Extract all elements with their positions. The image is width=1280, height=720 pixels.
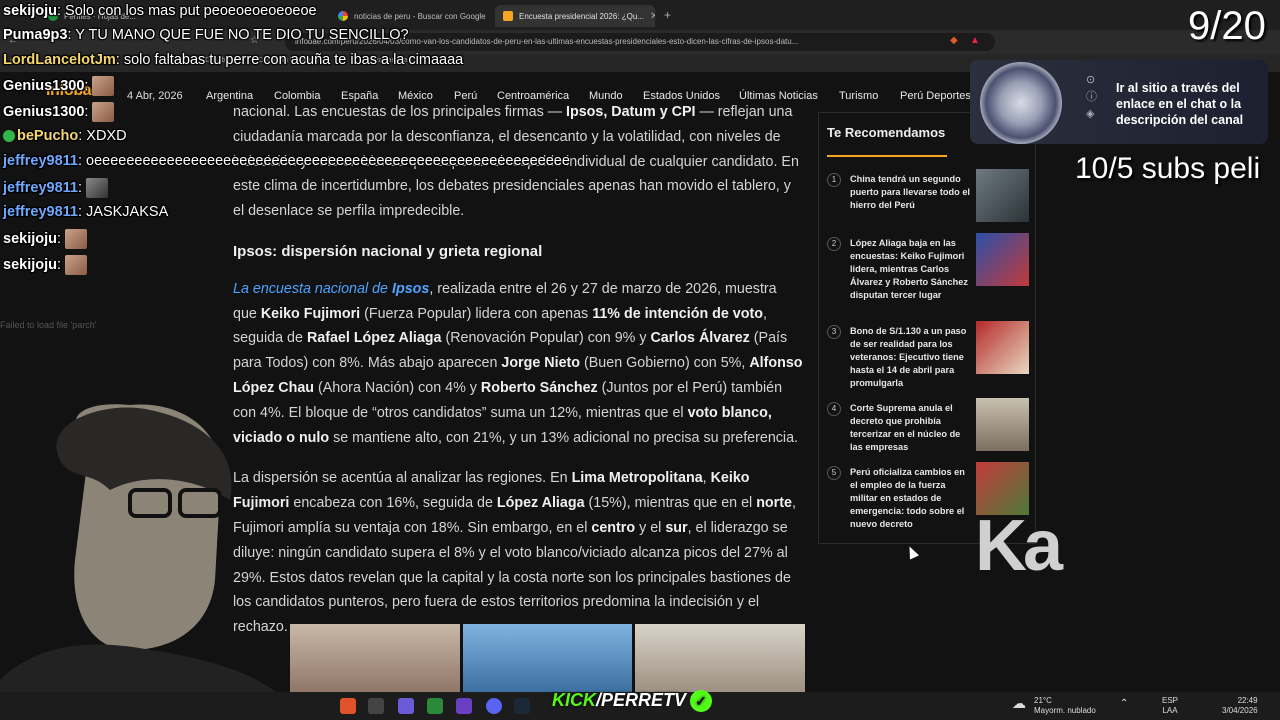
verified-check-icon: ✓	[690, 690, 713, 713]
chat-message: sekijoju:	[3, 229, 88, 249]
item-number: 3	[827, 325, 841, 339]
webcam-feed	[0, 400, 300, 720]
roulette-wheel-icon	[980, 62, 1062, 144]
emote-icon	[65, 229, 88, 249]
sponsor-text: Ir al sitio a través del enlace en el ch…	[1116, 81, 1244, 127]
sidebar-title-underline	[827, 155, 947, 157]
nav-link[interactable]: Perú Deportes	[900, 90, 971, 102]
recommended-item[interactable]: 3 Bono de S/1.130 a un paso de ser reali…	[827, 321, 1032, 395]
candidate-photo	[462, 624, 633, 694]
chat-error-text: Failed to load file 'parch'	[0, 320, 97, 330]
item-headline[interactable]: Perú oficializa cambios en el empleo de …	[850, 466, 970, 531]
article-body: nacional. Las encuestas de los principal…	[233, 100, 803, 656]
google-icon	[338, 11, 348, 21]
emote-icon	[92, 102, 115, 122]
chat-message: LordLancelotJm: solo faltabas tu perre c…	[3, 52, 464, 68]
item-headline[interactable]: Corte Suprema anula el decreto que prohi…	[850, 402, 970, 454]
chat-message: bePucho: XDXD	[3, 128, 127, 144]
sponsor-banner: ⊙ ⓘ ◈ Ir al sitio a través del enlace en…	[970, 60, 1268, 144]
sub-goal-counter: 9/20	[1188, 4, 1266, 48]
chat-message: sekijoju:	[3, 255, 88, 275]
item-thumbnail[interactable]	[976, 398, 1029, 451]
item-number: 4	[827, 402, 841, 416]
recommended-item[interactable]: 2 López Aliaga baja en las encuestas: Ke…	[827, 233, 1032, 307]
item-headline[interactable]: China tendrá un segundo puerto para llev…	[850, 173, 970, 212]
kick-channel-logo: KICK/PERRETV ✓	[552, 690, 713, 713]
verified-badge-icon	[3, 130, 15, 143]
tag-icon: ◈	[1086, 108, 1095, 120]
recommended-sidebar: Te Recomendamos 1 China tendrá un segund…	[818, 112, 1036, 544]
chevron-up-icon[interactable]: ⌃	[1120, 699, 1128, 709]
weather-widget[interactable]: 21°C Mayorm. nublado	[1034, 696, 1096, 716]
item-headline[interactable]: López Aliaga baja en las encuestas: Keik…	[850, 237, 970, 302]
new-tab-icon[interactable]: +	[664, 8, 671, 22]
item-number: 5	[827, 466, 841, 480]
ipsos-survey-link[interactable]: La encuesta nacional de Ipsos	[233, 281, 429, 297]
article-subheading: Ipsos: dispersión nacional y grieta regi…	[233, 242, 543, 260]
article-paragraph: La dispersión se acentúa al analizar las…	[233, 470, 796, 636]
item-thumbnail[interactable]	[976, 233, 1029, 286]
tab-label: Encuesta presidencial 2026: ¿Qu...	[519, 11, 644, 21]
chat-message: Genius1300:	[3, 102, 115, 122]
subs-goal-text: 10/5 subs peli	[1075, 152, 1261, 185]
clock[interactable]: 22:49 3/04/2026	[1222, 696, 1258, 716]
emote-icon	[65, 255, 88, 275]
candidate-photo	[635, 624, 806, 694]
info-icon: ⓘ	[1086, 91, 1097, 103]
search-icon: ⊙	[1086, 74, 1096, 86]
chat-message: Genius1300:	[3, 76, 115, 96]
item-thumbnail[interactable]	[976, 321, 1029, 374]
item-number: 1	[827, 173, 841, 187]
chat-message: sekijoju: Solo con los mas put peoeoeoeo…	[3, 3, 317, 19]
language-indicator[interactable]: ESP LAA	[1162, 696, 1178, 716]
emote-icon	[92, 76, 115, 96]
item-headline[interactable]: Bono de S/1.130 a un paso de ser realida…	[850, 325, 970, 390]
tab-infobae[interactable]: Encuesta presidencial 2026: ¿Qu... ✕	[495, 5, 655, 27]
app-icon[interactable]	[427, 698, 443, 714]
tab-google-search[interactable]: noticias de peru - Buscar con Google	[330, 5, 490, 27]
brave-rewards-icon[interactable]: ▲	[970, 35, 980, 46]
article-paragraph: La encuesta nacional de Ipsos, realizada…	[233, 280, 803, 446]
chat-message: Puma9p3: Y TU MANO QUE FUE NO TE DIO TU …	[3, 27, 409, 43]
steam-icon[interactable]	[514, 698, 530, 714]
infobae-icon	[503, 11, 513, 21]
candidate-photos	[290, 624, 806, 694]
app-icon[interactable]	[456, 698, 472, 714]
tab-label: noticias de peru - Buscar con Google	[354, 11, 486, 21]
close-tab-icon[interactable]: ✕	[650, 11, 655, 22]
weather-icon[interactable]: ☁	[1012, 696, 1026, 710]
sidebar-title: Te Recomendamos	[827, 125, 946, 140]
discord-icon[interactable]	[486, 698, 502, 714]
site-date: 4 Abr, 2026	[127, 90, 183, 102]
promo-icons: ⊙ ⓘ ◈	[1086, 72, 1097, 123]
emote-icon	[86, 178, 109, 198]
app-icon[interactable]	[368, 698, 384, 714]
candidate-photo	[290, 624, 460, 694]
chat-message: jeffrey9811: oeeeeeeeeeeeeeeeeeeeeeeeeee…	[3, 153, 570, 169]
brave-icon[interactable]	[340, 698, 356, 714]
screen: Perfiles · Hojas de... noticias de peru …	[0, 0, 1280, 720]
nav-link[interactable]: Turismo	[839, 90, 878, 102]
item-number: 2	[827, 237, 841, 251]
item-thumbnail[interactable]	[976, 169, 1029, 222]
app-icon[interactable]	[398, 698, 414, 714]
brave-shield-icon[interactable]: ◆	[950, 35, 958, 46]
chat-message: jeffrey9811: JASKJAKSA	[3, 204, 169, 220]
channel-watermark: Ka	[975, 506, 1063, 586]
chat-message: jeffrey9811:	[3, 178, 109, 198]
